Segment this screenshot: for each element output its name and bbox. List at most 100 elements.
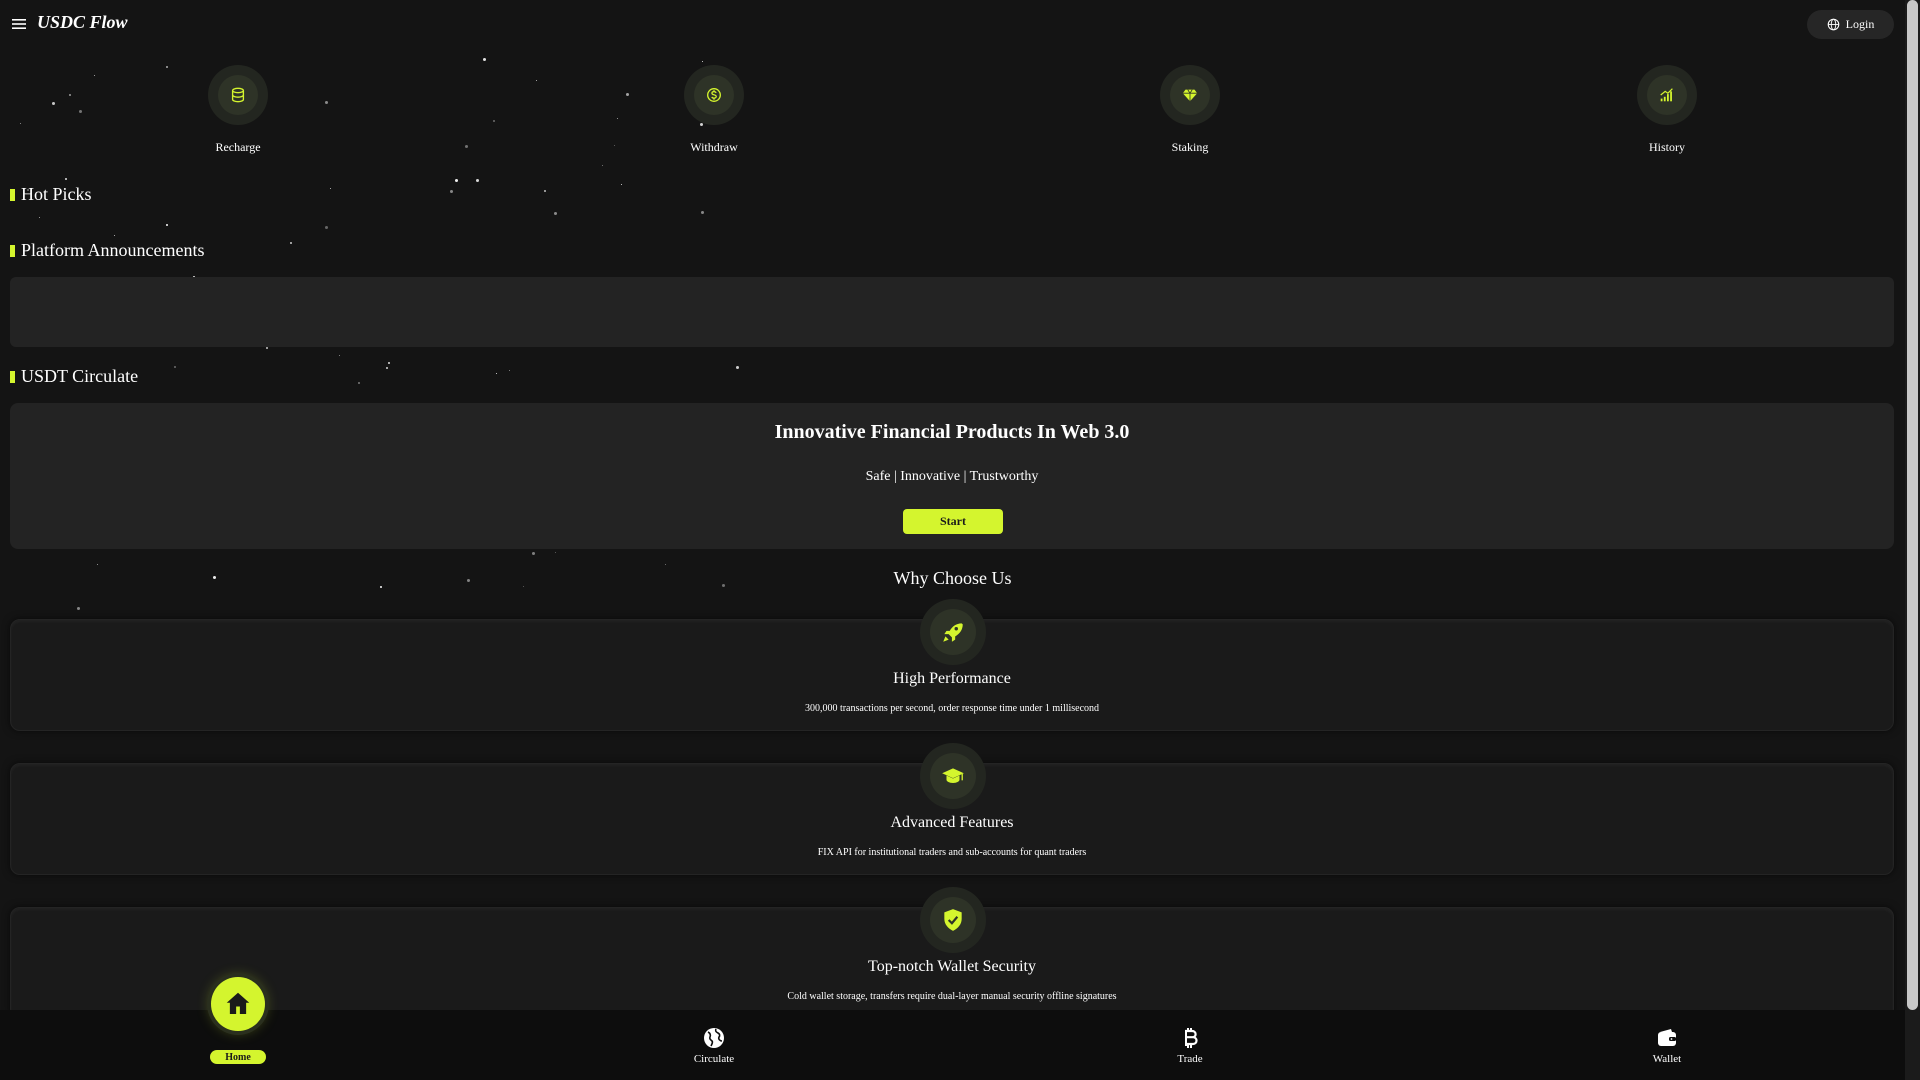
nav-circulate[interactable]: Circulate: [634, 1010, 794, 1080]
history-icon-circle: [1637, 65, 1697, 125]
staking-label: Staking: [1171, 140, 1209, 154]
app-root: USDC Flow Login Recharge Withdraw Stakin…: [0, 0, 1920, 1080]
feature-description: FIX API for institutional traders and su…: [817, 847, 1087, 858]
home-button[interactable]: [211, 977, 265, 1031]
feature-icon-advanced-features: [920, 743, 986, 809]
shield-check-icon: [944, 909, 962, 931]
history-label: History: [1649, 140, 1685, 154]
graduation-cap-icon: [942, 768, 964, 784]
star-dot: [665, 564, 666, 565]
recharge-icon-inner: [218, 75, 258, 115]
hamburger-menu-icon[interactable]: [10, 15, 28, 33]
nav-circulate-label: Circulate: [693, 1053, 735, 1065]
hero-card: Innovative Financial Products In Web 3.0…: [10, 403, 1894, 549]
star-dot: [455, 179, 458, 182]
star-dot: [97, 564, 98, 565]
database-icon: [231, 87, 245, 103]
star-dot: [39, 217, 40, 218]
nav-trade[interactable]: Trade: [1110, 1010, 1270, 1080]
feature-icon-inner: [930, 609, 976, 655]
withdraw-icon-circle: [684, 65, 744, 125]
star-dot: [496, 373, 497, 374]
star-dot: [94, 75, 95, 76]
feature-title: Advanced Features: [890, 814, 1014, 831]
star-dot: [483, 58, 486, 61]
star-dot: [266, 347, 268, 349]
announcements-box[interactable]: [10, 277, 1894, 347]
star-dot: [555, 552, 556, 553]
bitcoin-icon: [1185, 1028, 1198, 1048]
nav-wallet[interactable]: Wallet: [1587, 1010, 1747, 1080]
bottom-navigation: Circulate Trade Wallet: [0, 1010, 1905, 1080]
star-dot: [602, 165, 603, 166]
star-dot: [174, 366, 176, 368]
star-dot: [509, 370, 510, 371]
hot-picks-heading: Hot Picks: [10, 184, 92, 205]
feature-icon-wallet-security: [920, 887, 986, 953]
feature-icon-high-performance: [920, 599, 986, 665]
feature-title: High Performance: [893, 670, 1011, 687]
star-dot: [77, 607, 80, 610]
star-dot: [166, 224, 168, 226]
feature-icon-inner: [930, 897, 976, 943]
star-dot: [69, 94, 71, 96]
hero-subtitle: Safe | Innovative | Trustworthy: [865, 469, 1039, 484]
start-button[interactable]: Start: [903, 509, 1003, 534]
hero-title: Innovative Financial Products In Web 3.0: [774, 421, 1130, 443]
withdraw-action[interactable]: Withdraw: [634, 65, 794, 155]
why-choose-us-title: Why Choose Us: [893, 568, 1012, 588]
recharge-action[interactable]: Recharge: [158, 65, 318, 155]
star-dot: [626, 93, 629, 96]
section-accent-bar: [10, 244, 15, 257]
star-dot: [114, 235, 115, 236]
wallet-icon: [1658, 1029, 1676, 1046]
feature-description: 300,000 transactions per second, order r…: [804, 703, 1100, 714]
recharge-icon-circle: [208, 65, 268, 125]
star-dot: [339, 355, 340, 356]
star-dot: [65, 178, 67, 180]
star-dot: [386, 367, 388, 369]
star-dot: [330, 188, 331, 189]
brand-title: USDC Flow: [37, 12, 128, 32]
star-dot: [52, 102, 55, 105]
diamond-icon: [1182, 89, 1198, 102]
header: USDC Flow Login: [0, 0, 1905, 48]
withdraw-icon-inner: [694, 75, 734, 115]
usdt-circulate-heading: USDT Circulate: [10, 366, 138, 387]
feature-title: Top-notch Wallet Security: [868, 958, 1036, 975]
nav-trade-label: Trade: [1177, 1053, 1203, 1065]
star-dot: [20, 123, 21, 124]
star-dot: [325, 101, 328, 104]
section-accent-bar: [10, 188, 15, 201]
star-dot: [465, 145, 468, 148]
login-button[interactable]: Login: [1807, 10, 1894, 39]
star-dot: [736, 366, 739, 369]
scrollbar-thumb[interactable]: [1907, 0, 1918, 1010]
star-dot: [450, 190, 453, 193]
star-dot: [536, 80, 537, 81]
staking-icon-circle: [1160, 65, 1220, 125]
login-label: Login: [1845, 17, 1875, 31]
announcements-heading: Platform Announcements: [10, 240, 204, 261]
star-dot: [476, 179, 479, 182]
usdt-circulate-title: USDT Circulate: [21, 366, 139, 386]
star-dot: [388, 362, 390, 364]
rocket-icon: [943, 623, 963, 642]
star-dot: [544, 190, 546, 192]
home-icon: [226, 992, 250, 1014]
hot-picks-title: Hot Picks: [21, 184, 92, 204]
star-dot: [493, 120, 495, 122]
staking-icon-inner: [1170, 75, 1210, 115]
recharge-label: Recharge: [215, 140, 261, 154]
star-dot: [614, 145, 615, 146]
staking-action[interactable]: Staking: [1110, 65, 1270, 155]
star-dot: [701, 211, 704, 214]
history-icon-inner: [1647, 75, 1687, 115]
withdraw-label: Withdraw: [690, 140, 738, 154]
nav-home-label: Home: [210, 1050, 266, 1064]
dollar-coin-icon: [707, 88, 721, 102]
history-action[interactable]: History: [1587, 65, 1747, 155]
globe-icon: [1827, 18, 1839, 31]
feature-icon-inner: [930, 753, 976, 799]
section-accent-bar: [10, 370, 15, 383]
